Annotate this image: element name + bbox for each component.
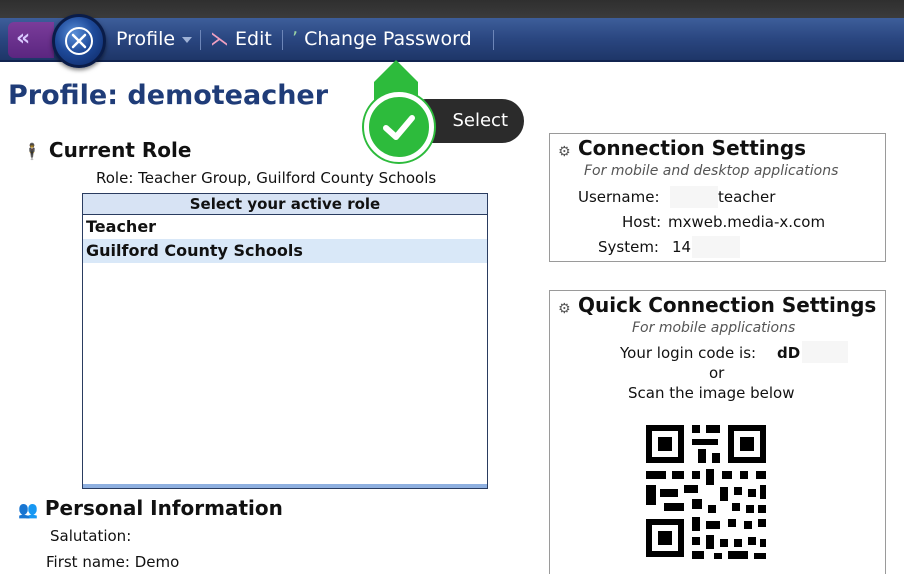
checkmark-icon (383, 115, 415, 140)
qr-code (636, 409, 776, 567)
role-select-header: Select your active role (83, 194, 487, 215)
back-button[interactable]: « (8, 22, 54, 58)
connection-settings-panel: ⚙ Connection Settings For mobile and des… (549, 133, 886, 262)
system-value: 14 (672, 238, 692, 256)
mediax-logo-icon (65, 27, 93, 55)
connection-icon: ⚙ (558, 301, 571, 317)
quick-title: Quick Connection Settings (578, 293, 877, 317)
chevrons-left-icon: « (16, 26, 31, 51)
or-text: or (709, 364, 725, 382)
nav-change-password-label: Change Password (304, 28, 472, 50)
chevron-down-icon[interactable] (182, 37, 192, 43)
nav-change-password[interactable]: ʼ Change Password (292, 26, 472, 52)
redaction (802, 341, 848, 363)
role-select-list[interactable]: Select your active role Teacher Guilford… (82, 193, 488, 489)
current-role-heading: 🕴 Current Role (22, 138, 191, 162)
connection-icon: ⚙ (558, 144, 571, 160)
host-value: mxweb.media-x.com (668, 213, 826, 231)
system-label: System: (598, 238, 659, 256)
current-role-label: Current Role (48, 138, 192, 162)
nav-profile[interactable]: Profile (116, 26, 175, 52)
person-icon: 🕴 (22, 142, 42, 161)
connection-title: Connection Settings (578, 136, 807, 160)
quick-connection-panel: ⚙ Quick Connection Settings For mobile a… (549, 290, 886, 574)
username-value: teacher (718, 188, 776, 206)
people-icon: 👥 (18, 500, 38, 519)
login-code-label: Your login code is: (620, 344, 757, 362)
quick-subtitle: For mobile applications (632, 320, 796, 336)
salutation-field: Salutation: (50, 527, 132, 545)
scan-instruction: Scan the image below (628, 384, 795, 402)
role-option-teacher[interactable]: Teacher (83, 215, 487, 239)
redaction (692, 236, 740, 258)
nav-edit[interactable]: ⋋ Edit (210, 26, 272, 52)
nav-divider (493, 30, 494, 50)
role-description: Role: Teacher Group, Guilford County Sch… (96, 169, 437, 187)
connection-subtitle: For mobile and desktop applications (584, 163, 839, 179)
login-code-value: dD (777, 344, 801, 362)
key-icon: ʼ (292, 28, 299, 50)
select-check-button[interactable] (364, 92, 434, 162)
redaction (670, 186, 718, 208)
nav-divider (200, 30, 201, 50)
nav-divider (282, 30, 283, 50)
qr-code-icon (636, 409, 776, 567)
username-label: Username: (578, 188, 660, 206)
pencil-icon: ⋋ (210, 28, 229, 50)
role-option-guilford[interactable]: Guilford County Schools (83, 239, 487, 263)
nav-edit-label: Edit (235, 28, 272, 50)
personal-info-label: Personal Information (44, 496, 283, 520)
first-name-field: First name: Demo (46, 553, 180, 571)
host-label: Host: (622, 213, 662, 231)
page-title: Profile: demoteacher (8, 80, 329, 111)
list-scroll-edge (83, 484, 487, 488)
app-logo[interactable] (52, 14, 106, 68)
personal-info-heading: 👥 Personal Information (18, 496, 283, 520)
